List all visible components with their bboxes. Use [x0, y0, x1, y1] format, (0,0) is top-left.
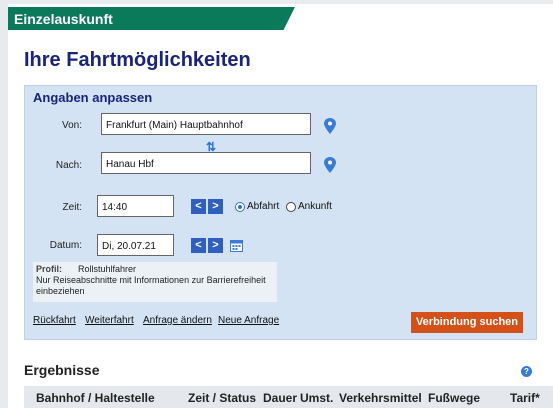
arrival-radio[interactable] [286, 202, 296, 212]
page-title: Ihre Fahrtmöglichkeiten [24, 49, 251, 71]
column-header-fare[interactable]: Tarif* [510, 391, 540, 405]
column-header-duration[interactable]: Dauer [263, 391, 297, 405]
from-label: Von: [61, 120, 82, 131]
to-label: Nach: [55, 160, 82, 171]
date-label: Datum: [49, 240, 82, 251]
date-input[interactable]: Di, 20.07.21 [97, 234, 174, 256]
link-edit-request[interactable]: Anfrage ändern [143, 315, 212, 326]
column-header-transport[interactable]: Verkehrsmittel [339, 391, 422, 405]
tab-einzelauskunft[interactable]: Einzelauskunft [8, 7, 295, 30]
location-pin-icon[interactable] [324, 157, 336, 173]
time-input[interactable]: 14:40 [97, 195, 174, 217]
search-connection-button[interactable]: Verbindung suchen [411, 312, 523, 333]
departure-label: Abfahrt [247, 201, 280, 212]
profile-label: Profil: [36, 264, 62, 274]
calendar-icon[interactable] [230, 239, 243, 252]
from-input[interactable]: Frankfurt (Main) Hauptbahnhof [101, 113, 311, 135]
panel-title: Angaben anpassen [33, 90, 153, 105]
profile-box: Profil: Rollstuhlfahrer Nur Reiseabschnit… [33, 262, 277, 302]
departure-radio[interactable] [235, 202, 245, 212]
profile-value: Rollstuhlfahrer [78, 264, 137, 274]
link-new-request[interactable]: Neue Anfrage [218, 315, 279, 326]
help-icon[interactable]: ? [521, 366, 532, 377]
column-header-time-status[interactable]: Zeit / Status [188, 391, 256, 405]
time-next-button[interactable]: > [208, 199, 223, 214]
link-return-trip[interactable]: Rückfahrt [33, 315, 76, 326]
time-label: Zeit: [62, 202, 82, 213]
link-continue-trip[interactable]: Weiterfahrt [85, 315, 134, 326]
results-title: Ergebnisse [24, 362, 100, 378]
date-prev-button[interactable]: < [191, 238, 206, 253]
profile-description: Nur Reiseabschnitte mit Informationen zu… [36, 275, 266, 296]
column-header-station[interactable]: Bahnhof / Haltestelle [36, 391, 155, 405]
column-header-changes[interactable]: Umst. [300, 391, 333, 405]
arrival-label: Ankunft [298, 201, 332, 212]
time-prev-button[interactable]: < [191, 199, 206, 214]
date-next-button[interactable]: > [208, 238, 223, 253]
to-input[interactable]: Hanau Hbf [101, 152, 311, 174]
column-header-footpaths[interactable]: Fußwege [428, 391, 480, 405]
location-pin-icon[interactable] [324, 118, 336, 134]
